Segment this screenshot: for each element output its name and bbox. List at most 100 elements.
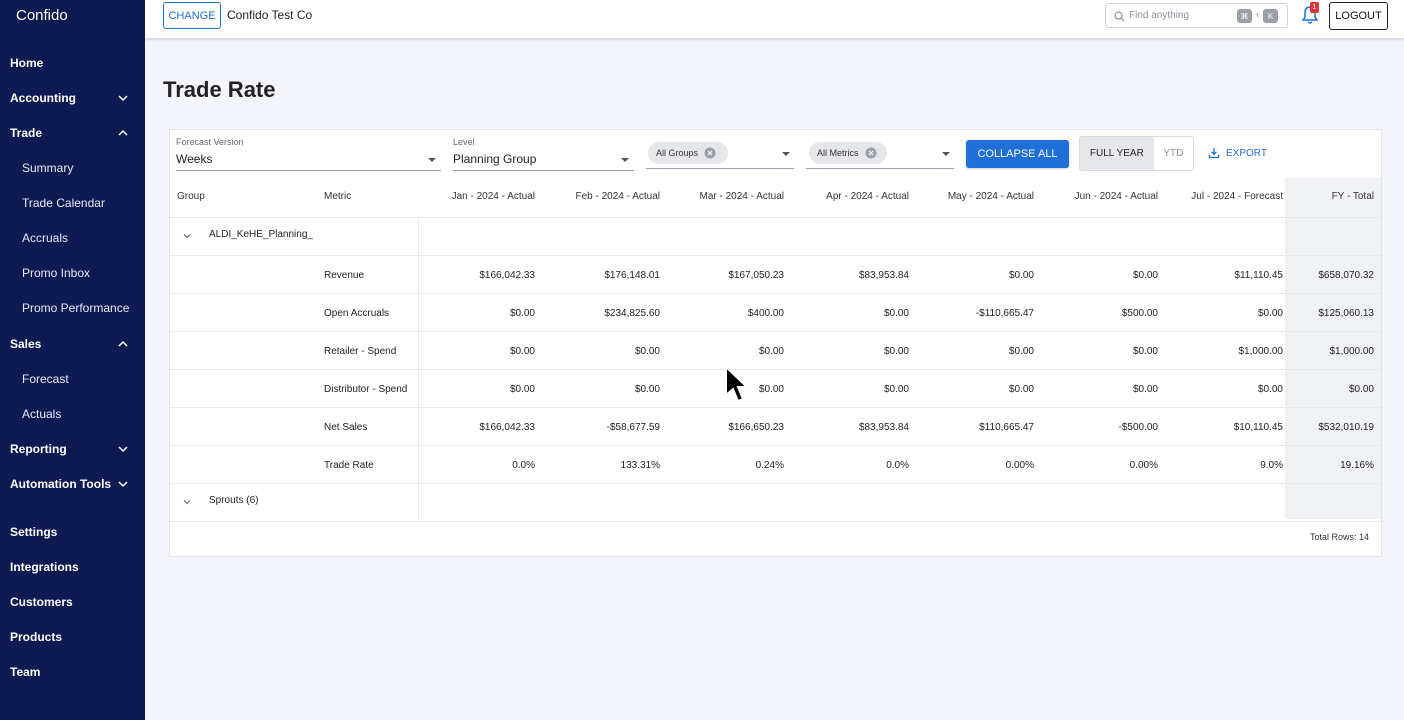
all-groups-label: All Groups <box>656 148 699 158</box>
groups-chevron-icon[interactable] <box>782 152 790 156</box>
value-cell: $11,110.45 <box>1234 270 1283 281</box>
chevron-down-icon[interactable] <box>182 231 192 241</box>
value-cell: $167,050.23 <box>728 270 784 281</box>
level-select[interactable]: Planning Group <box>453 152 536 166</box>
metric-name: Revenue <box>324 270 365 281</box>
change-company-button[interactable]: CHANGE <box>163 2 221 29</box>
sidebar-item-label: Customers <box>10 595 73 609</box>
sidebar-item-settings[interactable]: Settings <box>0 520 145 544</box>
sidebar-item-promo-inbox[interactable]: Promo Inbox <box>0 261 145 285</box>
chevron-up-icon[interactable] <box>117 127 129 139</box>
value-cell: 0.00% <box>1005 460 1034 471</box>
sidebar-item-label: Accounting <box>10 91 76 105</box>
value-cell: $0.00 <box>758 346 784 357</box>
sidebar-item-label: Actuals <box>22 407 62 421</box>
all-metrics-chip[interactable]: All Metrics <box>809 142 887 164</box>
sidebar-item-actuals[interactable]: Actuals <box>0 402 145 426</box>
sidebar-item-sales[interactable]: Sales <box>0 332 145 356</box>
sidebar-item-automation-tools[interactable]: Automation Tools <box>0 472 145 496</box>
sidebar-item-products[interactable]: Products <box>0 625 145 649</box>
chevron-up-icon[interactable] <box>117 338 129 350</box>
sidebar-item-label: Settings <box>10 525 58 539</box>
value-cell: -$110,665.47 <box>975 308 1034 319</box>
forecast-version-select[interactable]: Weeks <box>176 152 212 166</box>
sidebar-item-team[interactable]: Team <box>0 660 145 684</box>
export-label: EXPORT <box>1226 147 1267 159</box>
table-row: Trade Rate 0.0% 133.31% 0.24% 0.0% 0.00% 0.00%… <box>170 446 1381 484</box>
table-row: Distributor - Spend $0.00 $0.00 $0.00 $0.00 $… <box>170 370 1381 408</box>
chevron-down-icon[interactable] <box>117 478 129 490</box>
sidebar: Confido Home Accounting Trade Summary Trade … <box>0 0 145 720</box>
metric-name: Open Accruals <box>324 308 390 319</box>
metrics-chevron-icon[interactable] <box>942 152 950 156</box>
fy-total-cell: $658,070.32 <box>1318 270 1374 281</box>
value-cell: $0.00 <box>509 384 535 395</box>
forecast-version-label: Forecast Version <box>176 137 244 147</box>
fy-total-cell: $1,000.00 <box>1329 346 1375 357</box>
value-cell: $166,042.33 <box>479 422 535 433</box>
sidebar-item-accounting[interactable]: Accounting <box>0 86 145 110</box>
chevron-down-icon[interactable] <box>117 443 129 455</box>
value-cell: $0.00 <box>509 308 535 319</box>
sidebar-item-customers[interactable]: Customers <box>0 590 145 614</box>
header-month[interactable]: Mar - 2024 - Actual <box>700 191 784 202</box>
sidebar-item-summary[interactable]: Summary <box>0 156 145 180</box>
kbd-plus: + <box>1255 10 1261 20</box>
collapse-all-button[interactable]: COLLAPSE ALL <box>966 140 1069 168</box>
logout-button[interactable]: LOGOUT <box>1329 2 1388 30</box>
value-cell: 0.24% <box>755 460 784 471</box>
export-button[interactable]: EXPORT <box>1208 147 1267 159</box>
group-row[interactable]: Sprouts (6) <box>170 484 1381 522</box>
header-fy-total[interactable]: FY - Total <box>1332 191 1374 202</box>
header-month[interactable]: Jun - 2024 - Actual <box>1075 191 1158 202</box>
sidebar-item-label: Reporting <box>10 442 67 456</box>
value-cell: $0.00 <box>883 308 909 319</box>
value-cell: $166,042.33 <box>479 270 535 281</box>
clear-metrics-icon[interactable] <box>865 147 877 159</box>
value-cell: $166,650.23 <box>728 422 784 433</box>
value-cell: 0.0% <box>512 460 535 471</box>
sidebar-item-promo-performance[interactable]: Promo Performance <box>0 296 145 320</box>
brand-logo[interactable]: Confido <box>16 7 68 24</box>
value-cell: $0.00 <box>883 346 909 357</box>
sidebar-item-accruals[interactable]: Accruals <box>0 226 145 250</box>
header-month[interactable]: Jan - 2024 - Actual <box>452 191 535 202</box>
sidebar-item-label: Team <box>10 665 41 679</box>
sidebar-item-forecast[interactable]: Forecast <box>0 367 145 391</box>
value-cell: $0.00 <box>1132 270 1158 281</box>
sidebar-item-trade-calendar[interactable]: Trade Calendar <box>0 191 145 215</box>
sidebar-item-trade[interactable]: Trade <box>0 121 145 145</box>
all-groups-chip[interactable]: All Groups <box>648 142 728 164</box>
clear-groups-icon[interactable] <box>704 147 716 159</box>
sidebar-item-home[interactable]: Home <box>0 51 145 75</box>
value-cell: $0.00 <box>1132 384 1158 395</box>
value-cell: $0.00 <box>509 346 535 357</box>
ytd-toggle[interactable]: YTD <box>1153 137 1193 170</box>
sidebar-item-label: Products <box>10 630 63 644</box>
header-month[interactable]: Jul - 2024 - Forecast <box>1191 191 1283 202</box>
value-cell: $10,110.45 <box>1233 422 1283 433</box>
group-row[interactable]: ALDI_KeHE_Planning_ <box>170 218 1381 256</box>
header-month[interactable]: May - 2024 - Actual <box>948 191 1034 202</box>
sidebar-item-reporting[interactable]: Reporting <box>0 437 145 461</box>
value-cell: $0.00 <box>634 346 660 357</box>
value-cell: $83,953.84 <box>858 270 909 281</box>
group-name: Sprouts (6) <box>209 495 259 506</box>
value-cell: -$500.00 <box>1118 422 1158 433</box>
value-cell: $0.00 <box>758 384 784 395</box>
full-year-toggle[interactable]: FULL YEAR <box>1080 137 1154 170</box>
header-month[interactable]: Apr - 2024 - Actual <box>826 191 909 202</box>
header-month[interactable]: Feb - 2024 - Actual <box>576 191 661 202</box>
level-chevron-icon[interactable] <box>621 158 629 162</box>
fy-total-cell: $0.00 <box>1348 384 1374 395</box>
header-metric[interactable]: Metric <box>324 191 351 202</box>
level-label: Level <box>453 137 475 147</box>
chevron-down-icon[interactable] <box>182 497 192 507</box>
chevron-down-icon[interactable] <box>117 92 129 104</box>
header-group[interactable]: Group <box>177 191 205 202</box>
metric-name: Trade Rate <box>324 460 374 471</box>
search-input[interactable]: Find anything ⌘ + K <box>1105 3 1288 28</box>
table-row: Retailer - Spend $0.00 $0.00 $0.00 $0.00 $0.0… <box>170 332 1381 370</box>
sidebar-item-integrations[interactable]: Integrations <box>0 555 145 579</box>
forecast-version-chevron-icon[interactable] <box>428 158 436 162</box>
